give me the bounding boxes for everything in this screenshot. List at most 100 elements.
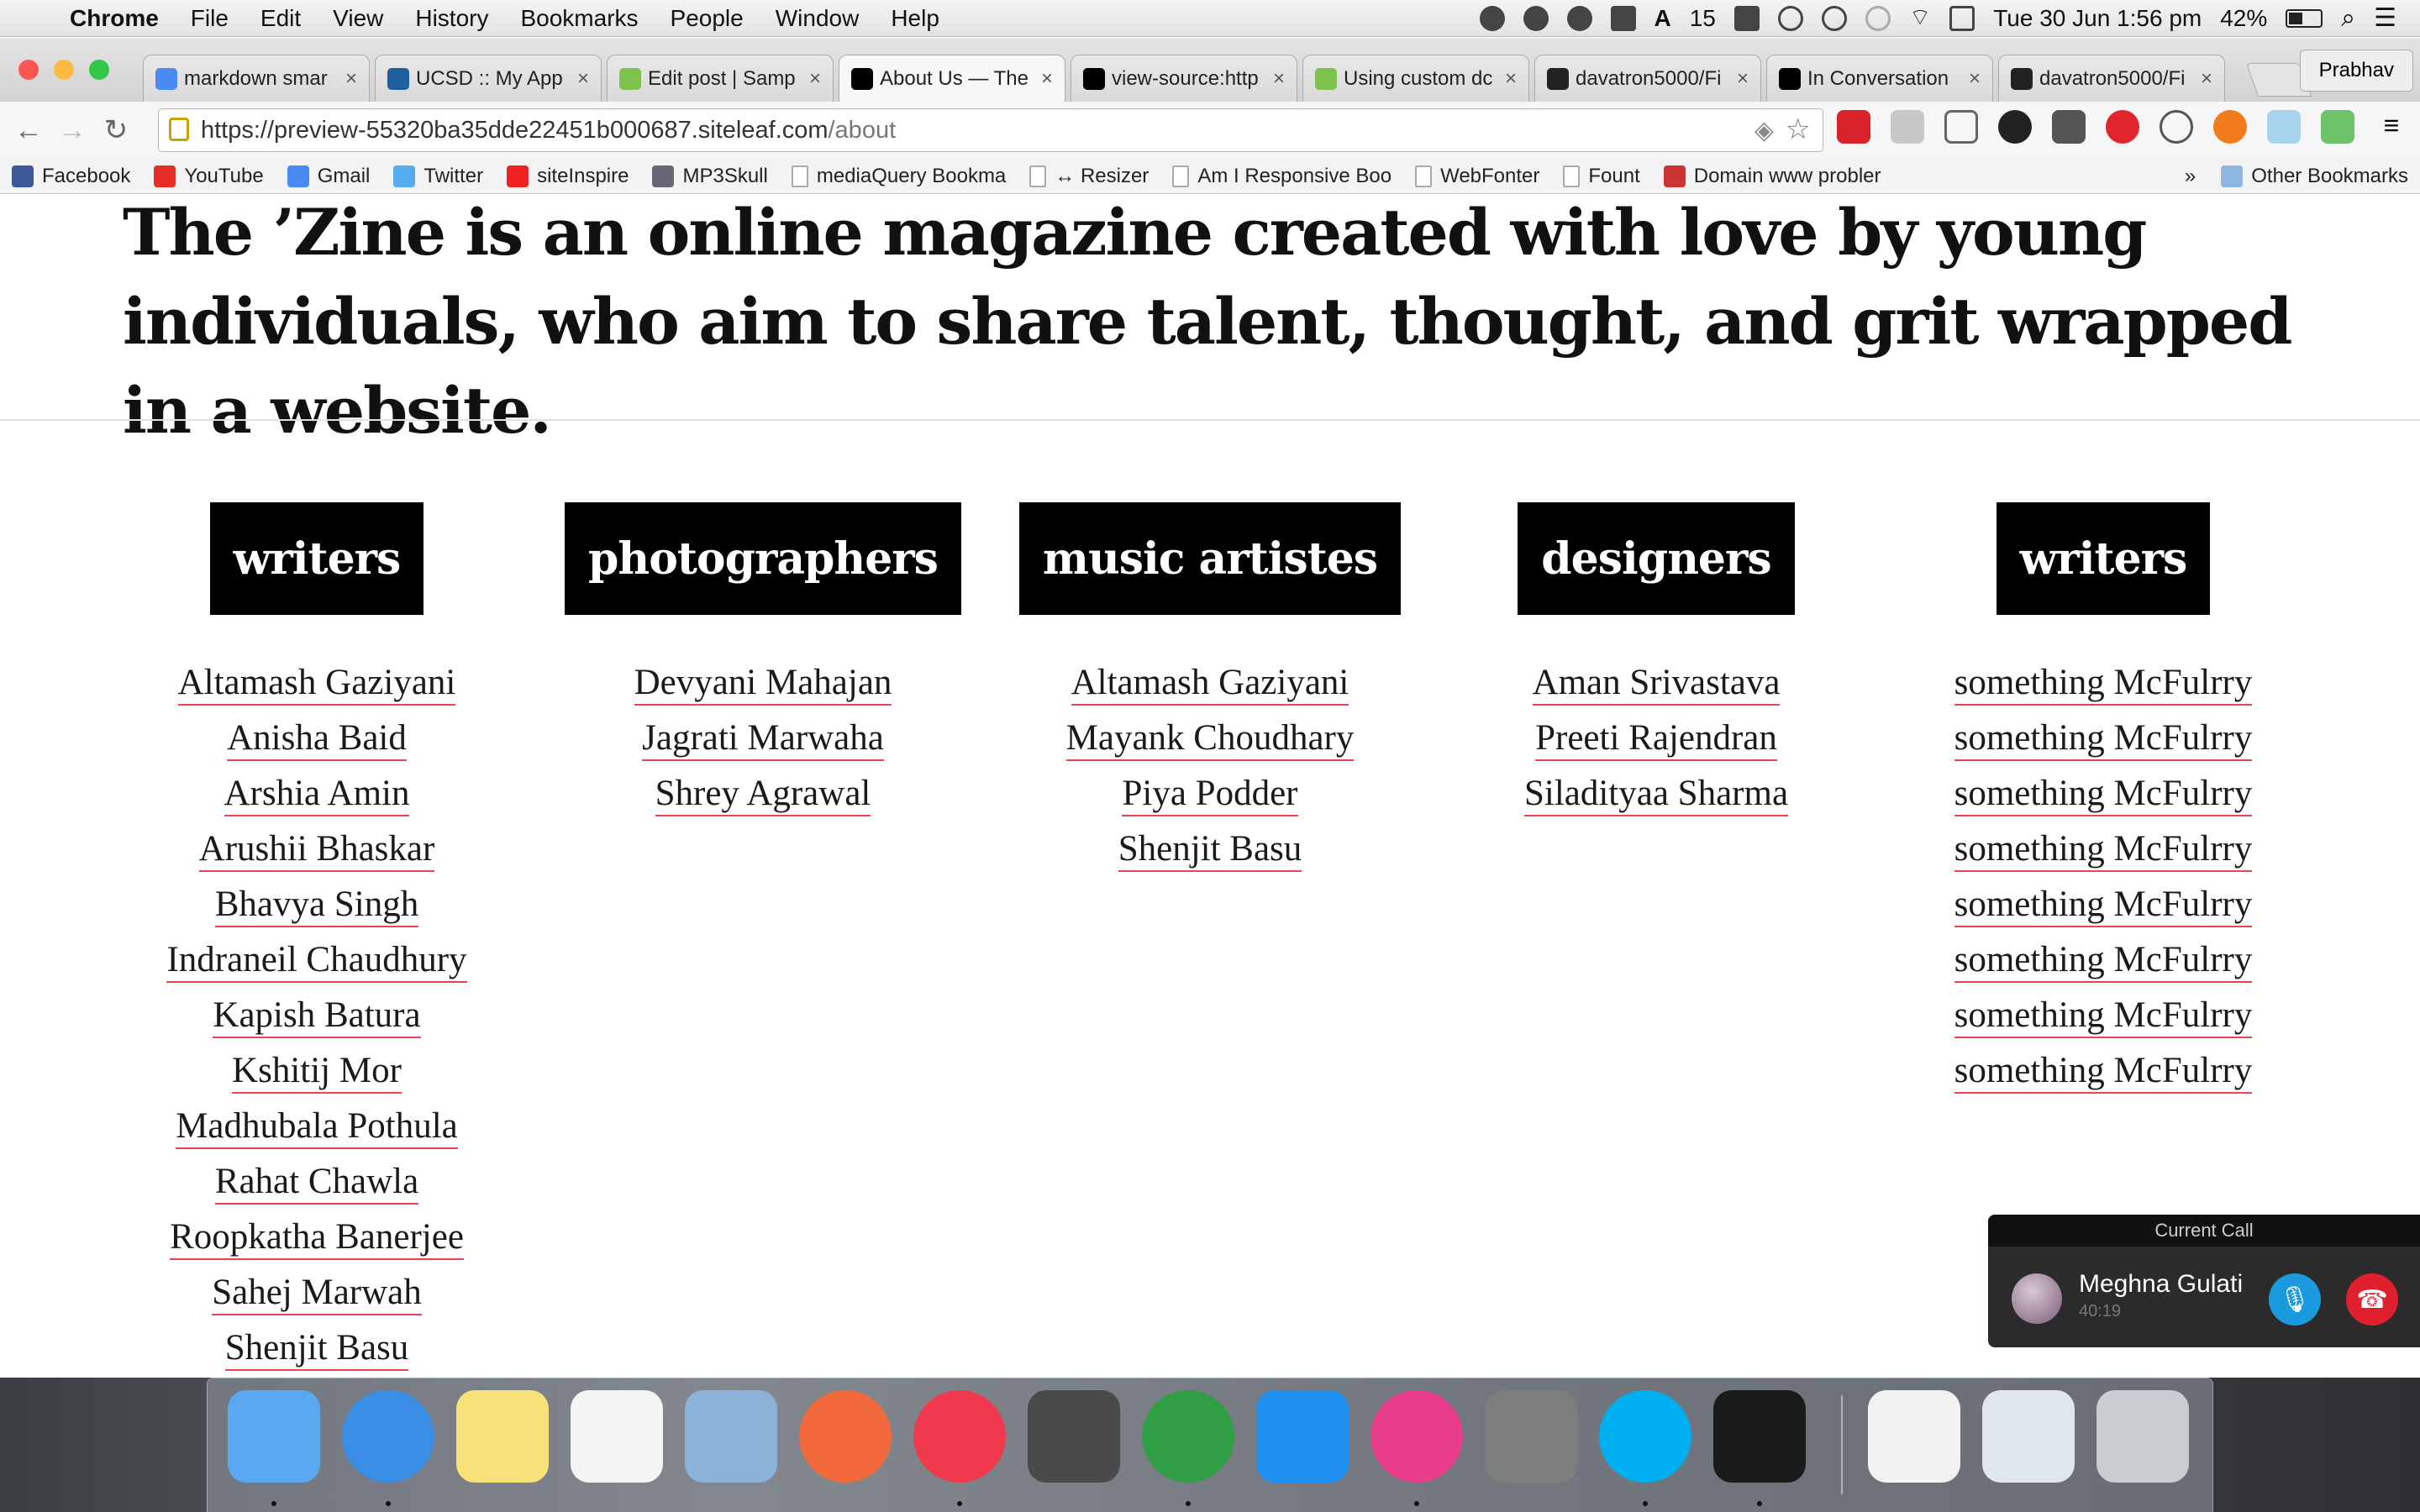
- contributor-link[interactable]: Bhavya Singh: [214, 885, 419, 927]
- bookmark-item[interactable]: YouTube: [142, 165, 275, 188]
- bookmark-item[interactable]: Fount: [1551, 165, 1651, 188]
- menu-app-name[interactable]: Chrome: [54, 5, 175, 32]
- forward-button[interactable]: →: [50, 114, 94, 147]
- close-tab-icon[interactable]: ×: [1273, 67, 1285, 91]
- fire-extension-icon[interactable]: [2213, 110, 2247, 144]
- bookmark-item[interactable]: Am I Responsive Boo: [1160, 165, 1403, 188]
- address-bar[interactable]: https://preview-55320ba35dde22451b000687…: [158, 108, 1823, 152]
- other-bookmarks-folder[interactable]: Other Bookmarks: [2209, 165, 2420, 188]
- spotlight-search-icon[interactable]: ⌕: [2341, 4, 2355, 33]
- clock[interactable]: Tue 30 Jun 1:56 pm: [1993, 5, 2202, 32]
- contributor-link[interactable]: Shrey Agrawal: [655, 774, 871, 816]
- contributor-link[interactable]: something McFulrry: [1954, 774, 2253, 816]
- bookmarks-overflow-button[interactable]: »: [2171, 165, 2209, 188]
- notification-bell-icon[interactable]: [1479, 5, 1505, 31]
- contributor-link[interactable]: Anisha Baid: [227, 718, 407, 761]
- zoom-window-button[interactable]: [89, 60, 109, 80]
- bluetooth-icon[interactable]: [1865, 5, 1891, 31]
- wifi-icon[interactable]: ⌔: [1909, 3, 1931, 33]
- menu-people[interactable]: People: [655, 5, 760, 32]
- finder-icon[interactable]: [228, 1390, 320, 1483]
- menu-view[interactable]: View: [317, 5, 399, 32]
- bookmark-item[interactable]: mediaQuery Bookma: [780, 165, 1018, 188]
- lastpass-extension-icon[interactable]: [1837, 110, 1870, 144]
- close-tab-icon[interactable]: ×: [1737, 67, 1749, 91]
- contributor-link[interactable]: something McFulrry: [1954, 1051, 2253, 1094]
- bookmark-item[interactable]: Gmail: [276, 165, 382, 188]
- adblock-extension-icon[interactable]: [2106, 110, 2139, 144]
- terminal-icon[interactable]: [1713, 1390, 1806, 1483]
- browser-tab[interactable]: UCSD :: My App ×: [375, 55, 602, 102]
- document-icon[interactable]: [1868, 1390, 1960, 1483]
- creative-cloud-icon[interactable]: [1566, 5, 1592, 31]
- chrome-menu-icon[interactable]: ≡: [2375, 110, 2408, 144]
- bookmark-item[interactable]: WebFonter: [1403, 165, 1551, 188]
- minimize-window-button[interactable]: [54, 60, 74, 80]
- appstore-icon[interactable]: [1256, 1390, 1349, 1483]
- bookmark-item[interactable]: ↔ Resizer: [1018, 165, 1160, 188]
- contributor-link[interactable]: Arshia Amin: [224, 774, 410, 816]
- system-preferences-icon[interactable]: [1485, 1390, 1577, 1483]
- contributor-link[interactable]: Indraneil Chaudhury: [166, 940, 467, 983]
- hangouts-extension-icon[interactable]: [1891, 110, 1924, 144]
- contributor-link[interactable]: something McFulrry: [1954, 995, 2253, 1038]
- contributor-link[interactable]: Altamash Gaziyani: [1071, 663, 1349, 706]
- menu-file[interactable]: File: [175, 5, 245, 32]
- menu-bookmarks[interactable]: Bookmarks: [504, 5, 654, 32]
- close-tab-icon[interactable]: ×: [577, 67, 589, 91]
- browser-tab[interactable]: davatron5000/Fi ×: [1998, 55, 2225, 102]
- battery-icon[interactable]: [2286, 8, 2323, 28]
- close-tab-icon[interactable]: ×: [809, 67, 821, 91]
- close-tab-icon[interactable]: ×: [1505, 67, 1517, 91]
- itunes-icon[interactable]: [913, 1390, 1006, 1483]
- contributor-link[interactable]: Aman Srivastava: [1532, 663, 1781, 706]
- skype-icon[interactable]: [1599, 1390, 1691, 1483]
- browser-tab[interactable]: Using custom dc ×: [1302, 55, 1529, 102]
- close-tab-icon[interactable]: ×: [1041, 67, 1053, 91]
- close-tab-icon[interactable]: ×: [1969, 67, 1981, 91]
- contributor-link[interactable]: Shenjit Basu: [1118, 829, 1302, 872]
- menu-window[interactable]: Window: [760, 5, 876, 32]
- close-window-button[interactable]: [18, 60, 39, 80]
- profile-button[interactable]: Prabhav: [2299, 50, 2413, 92]
- close-tab-icon[interactable]: ×: [345, 67, 357, 91]
- browser-tab[interactable]: markdown smar ×: [143, 55, 370, 102]
- input-source-icon[interactable]: [1949, 5, 1975, 31]
- bookmark-item[interactable]: siteInspire: [495, 165, 640, 188]
- cloud-sync-icon[interactable]: [1777, 5, 1803, 31]
- hangouts-icon[interactable]: [1523, 5, 1549, 31]
- menu-edit[interactable]: Edit: [245, 5, 317, 32]
- contributor-link[interactable]: Siladityaa Sharma: [1523, 774, 1789, 816]
- trash-icon[interactable]: [2096, 1390, 2189, 1483]
- browser-tab[interactable]: About Us — The ×: [839, 55, 1065, 102]
- sync-extension-icon[interactable]: [2160, 110, 2193, 144]
- back-button[interactable]: ←: [7, 114, 50, 147]
- contributor-link[interactable]: something McFulrry: [1954, 718, 2253, 761]
- bookmark-item[interactable]: Twitter: [381, 165, 495, 188]
- pushbullet-extension-icon[interactable]: [2052, 110, 2086, 144]
- browser-tab[interactable]: In Conversation ×: [1766, 55, 1993, 102]
- contributor-link[interactable]: Shenjit Basu: [224, 1328, 409, 1371]
- contributor-link[interactable]: Kapish Batura: [213, 995, 421, 1038]
- bookmark-item[interactable]: Domain www probler: [1652, 165, 1893, 188]
- downloads-stack-icon[interactable]: [1982, 1390, 2075, 1483]
- contributor-link[interactable]: Madhubala Pothula: [176, 1106, 458, 1149]
- contributor-link[interactable]: something McFulrry: [1954, 663, 2253, 706]
- contributor-link[interactable]: Roopkatha Banerjee: [170, 1217, 464, 1260]
- bookmark-item[interactable]: MP3Skull: [640, 165, 779, 188]
- contributor-link[interactable]: Rahat Chawla: [214, 1162, 419, 1205]
- menu-history[interactable]: History: [399, 5, 504, 32]
- contributor-link[interactable]: Preeti Rajendran: [1535, 718, 1777, 761]
- dropbox-icon[interactable]: [1733, 5, 1760, 31]
- reload-button[interactable]: ↻: [94, 113, 138, 147]
- mail-icon[interactable]: [685, 1390, 777, 1483]
- browser-tab[interactable]: view-source:http ×: [1071, 55, 1297, 102]
- sunrise-icon[interactable]: [799, 1390, 892, 1483]
- contributor-link[interactable]: Sahej Marwah: [212, 1273, 422, 1315]
- reminders-icon[interactable]: [571, 1390, 663, 1483]
- browser-tab[interactable]: davatron5000/Fi ×: [1534, 55, 1761, 102]
- close-tab-icon[interactable]: ×: [2201, 67, 2212, 91]
- bookmark-item[interactable]: Facebook: [0, 165, 142, 188]
- notes-icon[interactable]: [456, 1390, 549, 1483]
- contributor-link[interactable]: Piya Podder: [1122, 774, 1298, 816]
